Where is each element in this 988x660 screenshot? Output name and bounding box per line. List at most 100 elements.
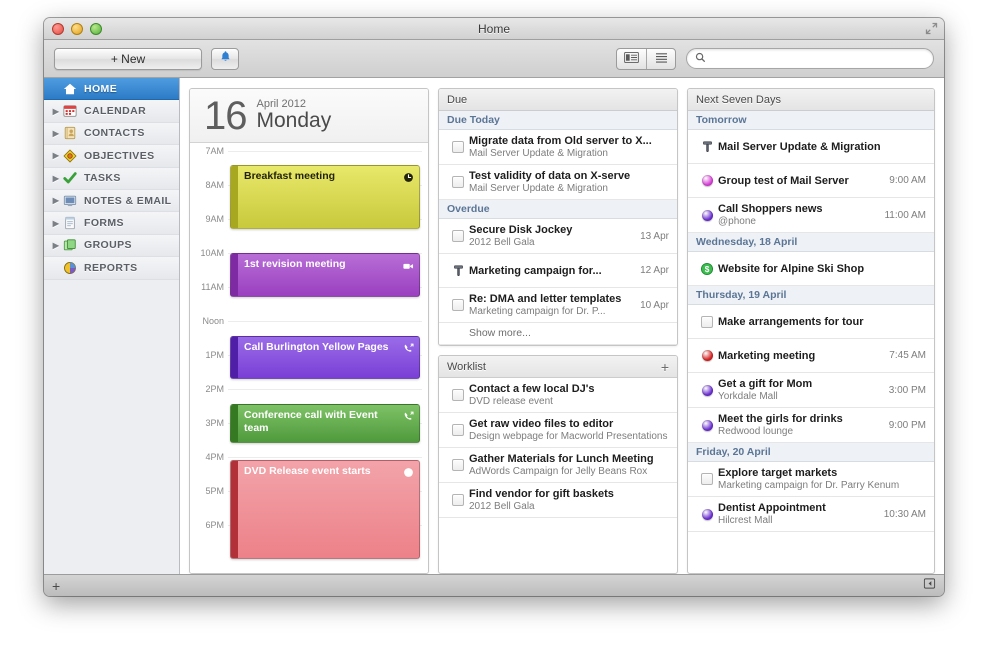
list-item-text: Make arrangements for tour bbox=[718, 316, 926, 328]
task-checkbox[interactable] bbox=[452, 176, 464, 188]
list-item[interactable]: $ Website for Alpine Ski Shop bbox=[688, 252, 934, 286]
list-item-text: Gather Materials for Lunch Meeting AdWord… bbox=[469, 453, 669, 477]
minimize-button[interactable] bbox=[71, 23, 83, 35]
task-checkbox[interactable] bbox=[452, 459, 464, 471]
sidebar-item-contacts[interactable]: ▶ CONTACTS bbox=[44, 122, 179, 146]
hour-label: 11AM bbox=[201, 282, 224, 292]
sidebar-item-tasks[interactable]: ▶ TASKS bbox=[44, 167, 179, 190]
zoom-button[interactable] bbox=[90, 23, 102, 35]
chevron-right-icon[interactable]: ▶ bbox=[50, 174, 62, 183]
list-item[interactable]: Explore target markets Marketing campaign… bbox=[688, 462, 934, 497]
row-marker[interactable] bbox=[447, 299, 469, 311]
calendar-event[interactable]: Call Burlington Yellow Pages bbox=[230, 336, 420, 379]
list-item[interactable]: Meet the girls for drinks Redwood lounge 9… bbox=[688, 408, 934, 443]
view-split-button[interactable] bbox=[617, 49, 646, 69]
task-checkbox[interactable] bbox=[452, 424, 464, 436]
search-field[interactable] bbox=[686, 48, 934, 69]
sidebar-item-forms[interactable]: ▶ FORMS bbox=[44, 212, 179, 235]
task-checkbox[interactable] bbox=[452, 389, 464, 401]
list-item[interactable]: Find vendor for gift baskets 2012 Bell Ga… bbox=[439, 483, 677, 518]
event-title: Call Burlington Yellow Pages bbox=[244, 341, 389, 354]
calendar-event[interactable]: 1st revision meeting bbox=[230, 253, 420, 298]
sidebar-item-groups[interactable]: ▶ GROUPS bbox=[44, 234, 179, 258]
list-item[interactable]: Get a gift for Mom Yorkdale Mall 3:00 PM bbox=[688, 373, 934, 408]
task-checkbox[interactable] bbox=[452, 230, 464, 242]
task-checkbox[interactable] bbox=[452, 141, 464, 153]
row-marker bbox=[696, 209, 718, 221]
close-button[interactable] bbox=[52, 23, 64, 35]
show-more-link[interactable]: Show more... bbox=[439, 323, 677, 345]
row-marker[interactable] bbox=[447, 389, 469, 401]
list-item[interactable]: Group test of Mail Server 9:00 AM bbox=[688, 164, 934, 198]
chevron-right-icon[interactable]: ▶ bbox=[50, 129, 62, 138]
day-schedule[interactable]: 7AM 8AM 9AM 10AM 11AM Noon 1PM 2PM 3PM 4PM 5PM 6PM B… bbox=[190, 143, 428, 573]
list-item[interactable]: Contact a few local DJ's DVD release even… bbox=[439, 378, 677, 413]
list-item[interactable]: Marketing campaign for... 12 Apr bbox=[439, 254, 677, 288]
chevron-right-icon[interactable]: ▶ bbox=[50, 196, 62, 205]
sidebar-item-home[interactable]: HOME bbox=[44, 78, 179, 101]
row-marker[interactable] bbox=[696, 473, 718, 485]
next-seven-days-panel: Next Seven Days Tomorrow Mail Server Upda… bbox=[687, 88, 935, 574]
worklist-panel-header: Worklist + bbox=[439, 356, 677, 378]
list-item-title: Contact a few local DJ's bbox=[469, 383, 595, 395]
list-item-title: Meet the girls for drinks bbox=[718, 413, 843, 425]
notifications-button[interactable] bbox=[211, 47, 239, 70]
plus-icon[interactable]: + bbox=[661, 360, 669, 374]
sidebar-item-reports[interactable]: REPORTS bbox=[44, 257, 179, 280]
list-item[interactable]: Re: DMA and letter templates Marketing ca… bbox=[439, 288, 677, 323]
hour-label: 6PM bbox=[205, 520, 224, 530]
hour-label: 9AM bbox=[205, 214, 224, 224]
task-checkbox[interactable] bbox=[701, 315, 713, 328]
row-marker[interactable] bbox=[447, 230, 469, 242]
calendar-event[interactable]: Breakfast meeting bbox=[230, 164, 420, 230]
list-item[interactable]: Test validity of data on X-serve Mail Ser… bbox=[439, 165, 677, 200]
new-button[interactable]: + New bbox=[54, 47, 202, 70]
calendar-event[interactable]: DVD Release event starts bbox=[230, 460, 420, 559]
list-item-subtitle: Yorkdale Mall bbox=[718, 391, 778, 402]
list-item[interactable]: Make arrangements for tour bbox=[688, 305, 934, 339]
chevron-right-icon[interactable]: ▶ bbox=[50, 151, 62, 160]
calendar-event[interactable]: Conference call with Event team bbox=[230, 404, 420, 444]
list-item-text: Contact a few local DJ's DVD release even… bbox=[469, 383, 669, 407]
sidebar-item-notes-email[interactable]: ▶ NOTES & EMAIL bbox=[44, 189, 179, 213]
row-marker[interactable] bbox=[447, 494, 469, 506]
list-item[interactable]: Get raw video files to editor Design webp… bbox=[439, 413, 677, 448]
list-item[interactable]: Marketing meeting 7:45 AM bbox=[688, 339, 934, 373]
event-color-stripe bbox=[231, 461, 238, 558]
hammer-icon bbox=[701, 140, 714, 153]
row-marker[interactable] bbox=[696, 315, 718, 328]
row-marker[interactable] bbox=[447, 424, 469, 436]
fullscreen-icon[interactable] bbox=[925, 22, 938, 35]
list-item[interactable]: Call Shoppers news @phone 11:00 AM bbox=[688, 198, 934, 233]
add-item-button[interactable]: + bbox=[52, 579, 60, 593]
sidebar-item-label: OBJECTIVES bbox=[84, 149, 155, 162]
list-item-meta: 9:00 PM bbox=[888, 419, 926, 431]
task-checkbox[interactable] bbox=[452, 299, 464, 311]
list-item[interactable]: Dentist Appointment Hilcrest Mall 10:30 AM bbox=[688, 497, 934, 532]
list-item[interactable]: Gather Materials for Lunch Meeting AdWord… bbox=[439, 448, 677, 483]
list-item[interactable]: Secure Disk Jockey 2012 Bell Gala 13 Apr bbox=[439, 219, 677, 254]
hour-label: 8AM bbox=[205, 180, 224, 190]
row-marker[interactable] bbox=[447, 176, 469, 188]
list-item[interactable]: Migrate data from Old server to X... Mail… bbox=[439, 130, 677, 165]
day-number: 16 bbox=[204, 93, 247, 138]
day-group-header: Tomorrow bbox=[688, 111, 934, 130]
row-marker bbox=[696, 419, 718, 431]
sidebar-item-calendar[interactable]: ▶ CALENDAR bbox=[44, 100, 179, 123]
search-input[interactable] bbox=[711, 52, 925, 65]
list-item-meta: 11:00 AM bbox=[884, 209, 926, 221]
task-checkbox[interactable] bbox=[701, 473, 713, 485]
row-marker[interactable] bbox=[447, 141, 469, 153]
event-color-dot bbox=[701, 384, 713, 396]
row-marker[interactable] bbox=[447, 459, 469, 471]
task-checkbox[interactable] bbox=[452, 494, 464, 506]
chevron-right-icon[interactable]: ▶ bbox=[50, 241, 62, 250]
view-rows-button[interactable] bbox=[646, 48, 675, 69]
clock-icon bbox=[403, 172, 414, 183]
sidebar-item-objectives[interactable]: ▶ OBJECTIVES bbox=[44, 145, 179, 168]
chevron-right-icon[interactable]: ▶ bbox=[50, 219, 62, 228]
list-item-title: Mail Server Update & Migration bbox=[718, 140, 881, 153]
list-item[interactable]: Mail Server Update & Migration bbox=[688, 130, 934, 164]
panel-toggle-icon[interactable] bbox=[923, 577, 936, 595]
chevron-right-icon[interactable]: ▶ bbox=[50, 107, 62, 116]
